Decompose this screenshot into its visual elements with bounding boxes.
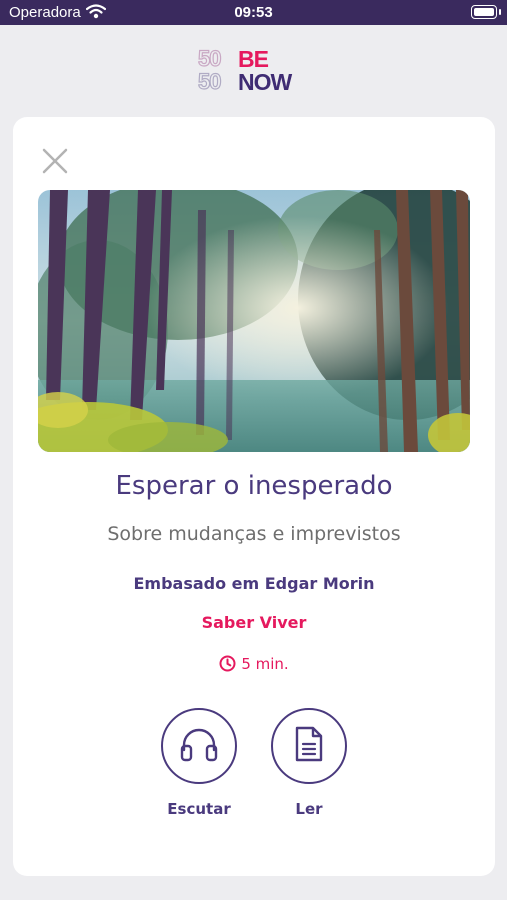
read-circle[interactable]	[271, 708, 347, 784]
logo-word-be: BE	[238, 46, 269, 72]
listen-circle[interactable]	[161, 708, 237, 784]
duration-text: 5 min.	[241, 655, 289, 673]
close-icon[interactable]	[41, 147, 69, 175]
status-bar: Operadora 09:53	[0, 0, 507, 25]
forest-painting-image	[38, 190, 470, 452]
status-time: 09:53	[234, 4, 273, 21]
based-on-author: Embasado em Edgar Morin	[133, 574, 375, 593]
logo-word-now: NOW	[238, 69, 292, 95]
document-icon	[293, 725, 325, 767]
listen-button[interactable]: Escutar	[161, 708, 237, 818]
logo-number-top: 50	[197, 46, 222, 71]
category-label: Saber Viver	[201, 613, 307, 632]
listen-label: Escutar	[167, 800, 231, 818]
logo-number-bottom: 50	[197, 69, 222, 94]
headphones-icon	[179, 726, 219, 766]
meditation-subtitle: Sobre mudanças e imprevistos	[107, 523, 401, 545]
clock-icon	[219, 655, 236, 676]
read-button[interactable]: Ler	[271, 708, 347, 818]
read-label: Ler	[295, 800, 323, 818]
meditation-card: Esperar o inesperado Sobre mudanças e im…	[13, 117, 495, 876]
app-logo: 50 50 BE NOW	[197, 46, 310, 96]
battery-icon	[471, 5, 501, 19]
meditation-title: Esperar o inesperado	[115, 471, 393, 501]
duration-info: 5 min.	[13, 655, 495, 676]
